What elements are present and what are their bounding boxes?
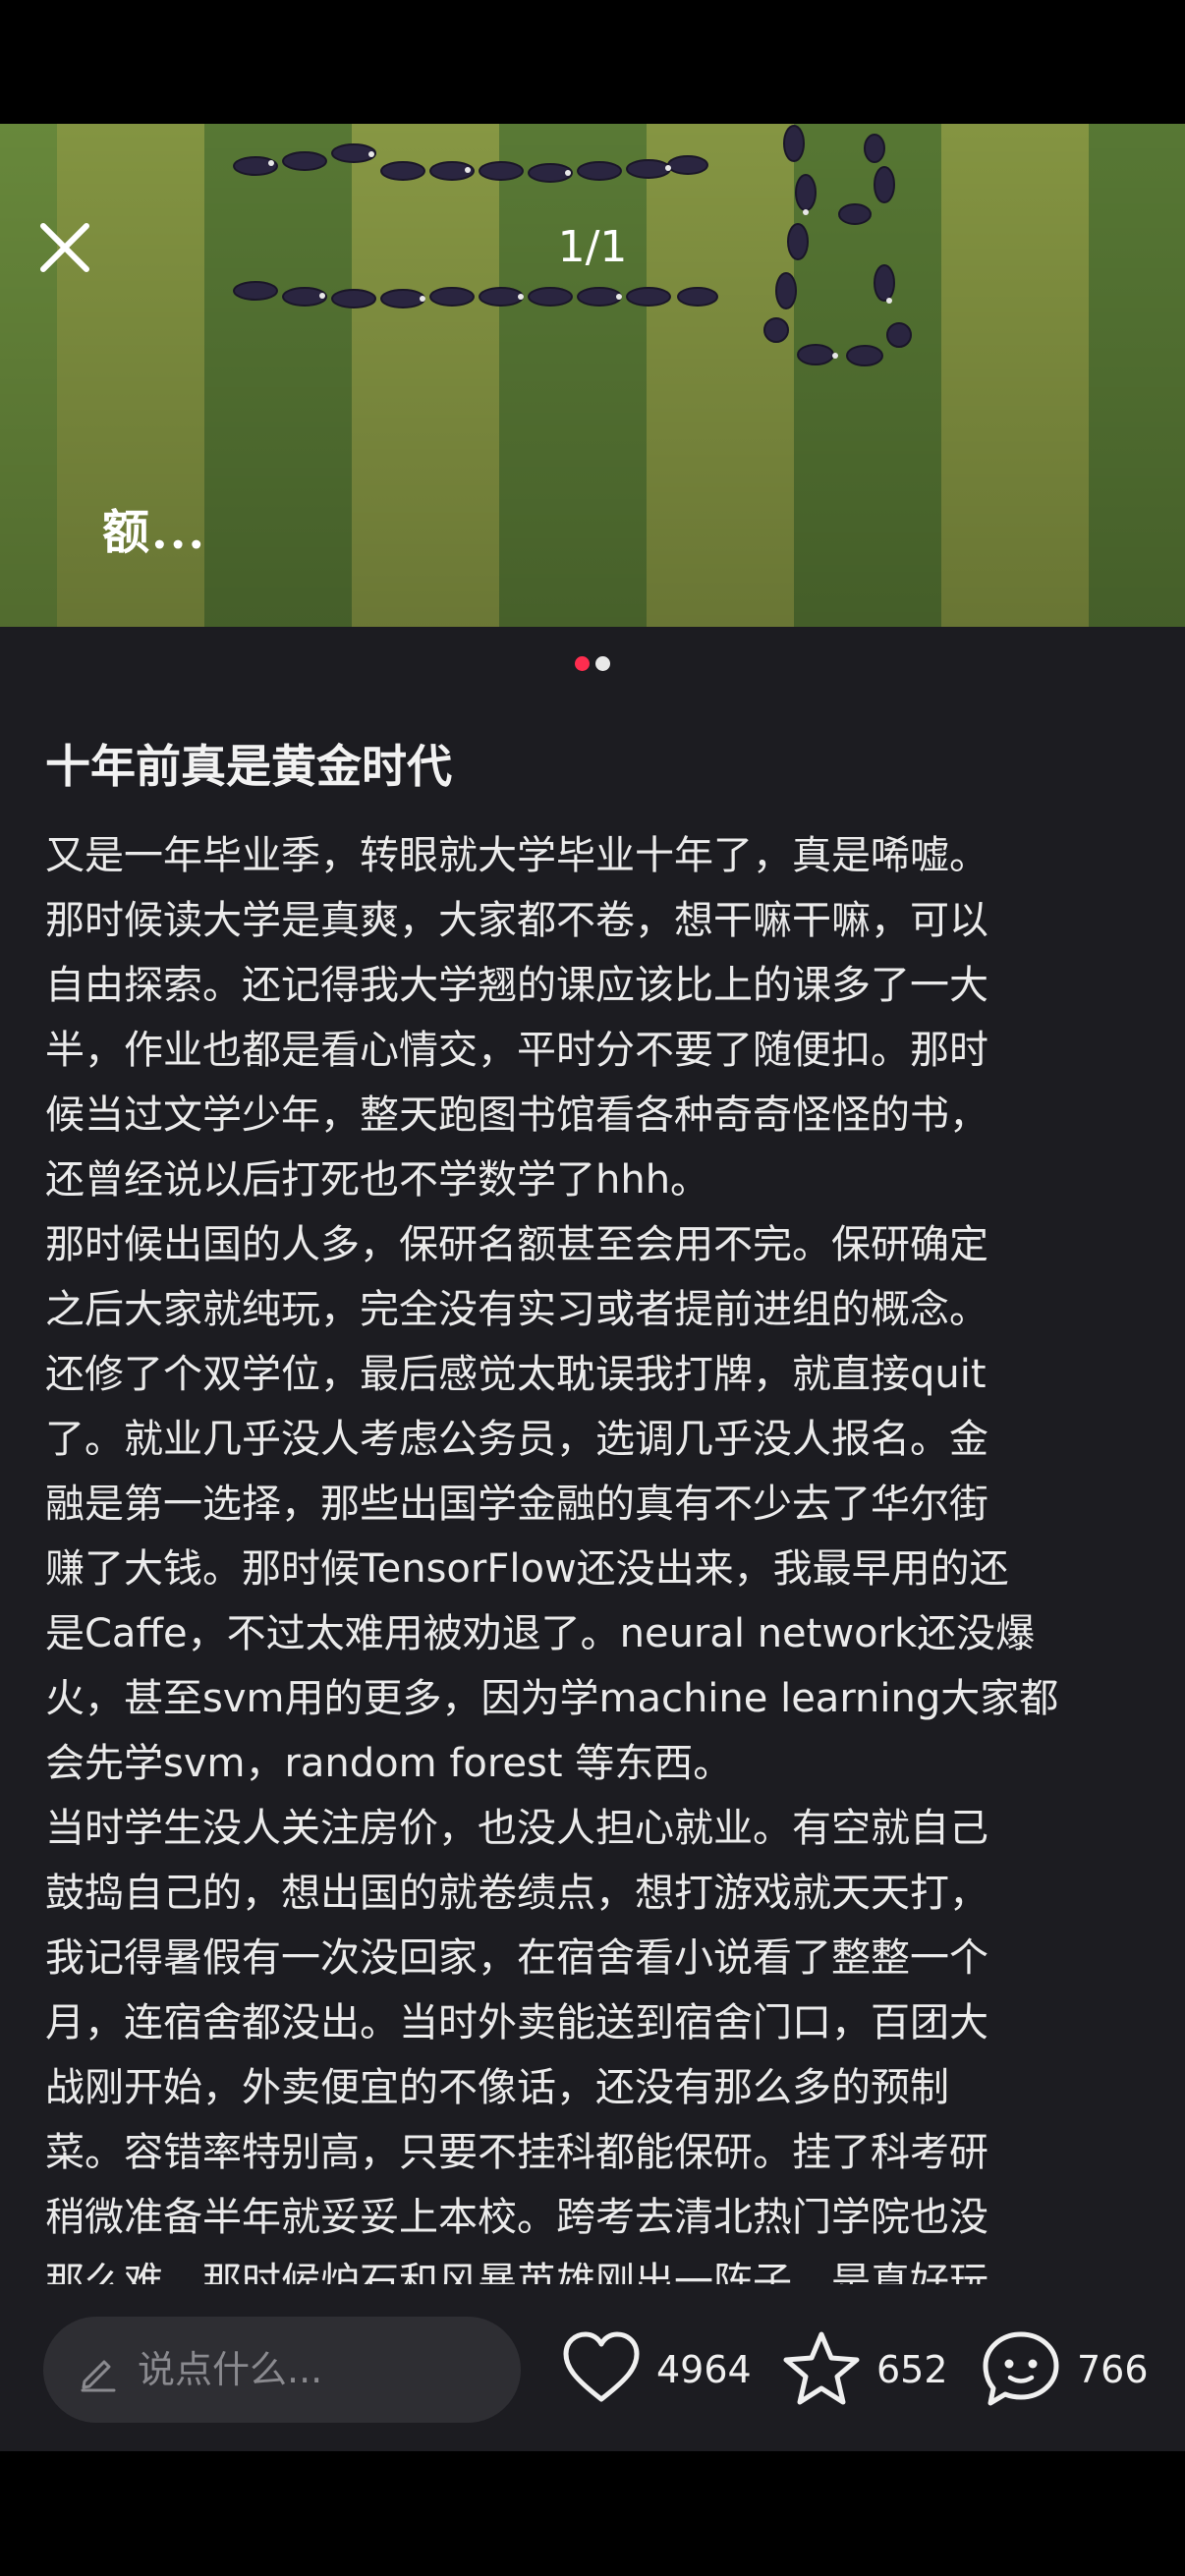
comment-count: 766 xyxy=(1077,2348,1149,2391)
favorite-button[interactable]: 652 xyxy=(782,2328,949,2411)
post-paragraph: 那时候出国的人多，保研名额甚至会用不完。保研确定 之后大家就纯玩，完全没有实习或… xyxy=(45,1222,1059,1786)
post-paragraph: 当时学生没人关注房价，也没人担心就业。有空就自己 鼓捣自己的，想出国的就卷绩点，… xyxy=(45,1806,988,2284)
like-button[interactable]: 4964 xyxy=(562,2328,752,2411)
post-body: 又是一年毕业季，转眼就大学毕业十年了，真是唏嘘。 那时候读大学是真爽，大家都不卷… xyxy=(45,823,1146,2284)
heart-icon xyxy=(563,2331,640,2402)
image-caption-text: 额... xyxy=(102,505,207,560)
like-count: 4964 xyxy=(656,2348,752,2391)
system-nav-area xyxy=(0,2451,1185,2576)
post-title: 十年前真是黄金时代 xyxy=(45,740,452,793)
star-icon xyxy=(783,2331,860,2405)
interaction-bar: 说点什么... 4964 652 766 xyxy=(0,2284,1185,2451)
carousel-indicator xyxy=(0,656,1185,672)
close-button[interactable] xyxy=(35,218,94,277)
chat-bubble-icon xyxy=(983,2331,1059,2406)
pencil-icon xyxy=(81,2360,116,2392)
post-content: 十年前真是黄金时代 又是一年毕业季，转眼就大学毕业十年了，真是唏嘘。 那时候读大… xyxy=(0,627,1185,2284)
carousel-dot[interactable] xyxy=(595,656,610,671)
status-bar-area xyxy=(0,0,1185,124)
comment-button[interactable]: 766 xyxy=(981,2328,1157,2411)
favorite-count: 652 xyxy=(876,2348,948,2391)
image-counter: 1/1 xyxy=(557,222,628,272)
post-viewer: 1/1 额... 十年前真是黄金时代 又是一年毕业季，转眼就大学毕业十年了，真是… xyxy=(0,0,1185,2576)
comment-input[interactable]: 说点什么... xyxy=(43,2317,521,2423)
comment-placeholder: 说点什么... xyxy=(138,2348,323,2391)
post-paragraph: 又是一年毕业季，转眼就大学毕业十年了，真是唏嘘。 那时候读大学是真爽，大家都不卷… xyxy=(45,833,988,1203)
carousel-dot-active[interactable] xyxy=(575,656,590,671)
close-icon xyxy=(40,223,89,272)
